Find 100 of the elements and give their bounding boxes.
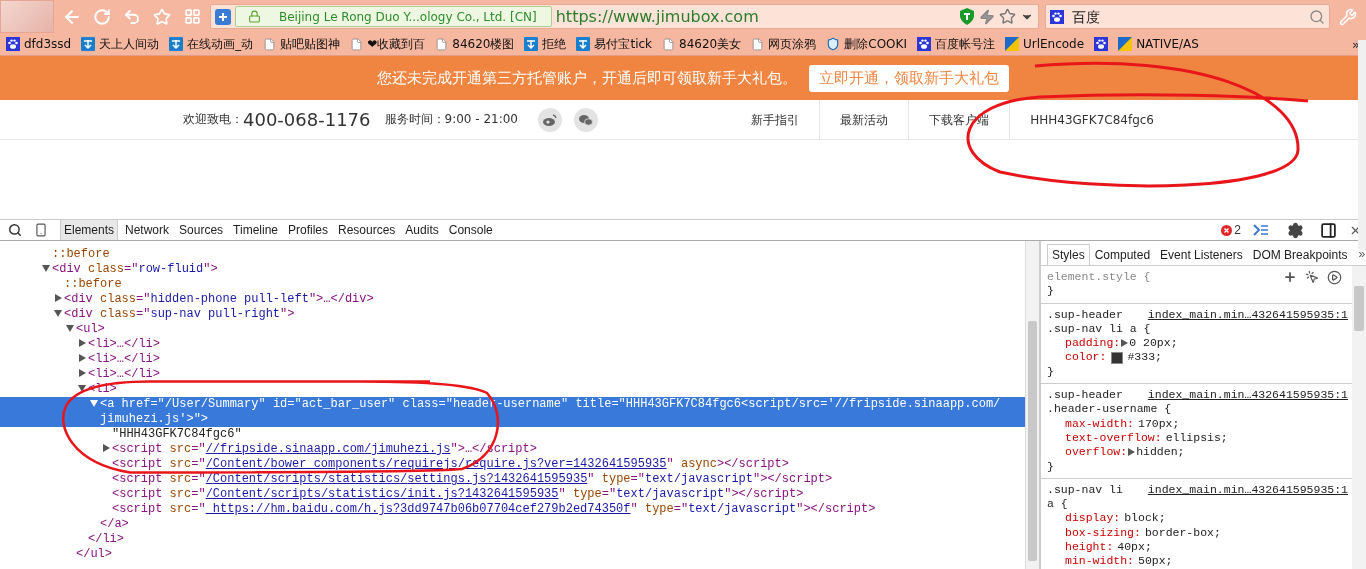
dom-tree-row[interactable]: <script src="/Content/scripts/statistics/init.js?1432641595935" type="text/javascript"></script>: [0, 487, 1025, 502]
expand-triangle-icon[interactable]: [102, 444, 110, 452]
animation-icon[interactable]: [1327, 270, 1342, 285]
dom-node-code[interactable]: <div class="row-fluid">: [52, 262, 218, 277]
bookmark-link[interactable]: 删除COOKI: [826, 35, 907, 53]
devtools-tab[interactable]: Network: [122, 220, 173, 240]
devtools-tab[interactable]: Profiles: [285, 220, 331, 240]
collapse-triangle-icon[interactable]: [90, 399, 98, 407]
bookmark-link[interactable]: 贴吧贴图神: [263, 35, 341, 53]
wechat-icon[interactable]: [574, 107, 598, 132]
more-tabs-button[interactable]: »: [1358, 247, 1366, 261]
dom-tree-row[interactable]: <script src=" https://hm.baidu.com/h.js?3dd9747b06b07704cef279b2ed74350f" type="text/javascript"></script>: [0, 502, 1025, 517]
bookmark-link[interactable]: 84620美女: [662, 35, 742, 53]
dom-node-code[interactable]: ::before: [64, 277, 122, 292]
dom-tree-row[interactable]: <li>…</li>: [0, 337, 1025, 352]
header-nav-link[interactable]: HHH43GFK7C84fgc6: [1009, 99, 1174, 140]
expand-arrow-icon[interactable]: [1121, 339, 1129, 348]
bookmark-link[interactable]: [1094, 37, 1109, 51]
site-identity-badge[interactable]: Beijing Le Rong Duo Y...ology Co., Ltd. [CN]: [235, 6, 552, 27]
weibo-icon[interactable]: [538, 107, 562, 132]
dom-tree-row[interactable]: "HHH43GFK7C84fgc6": [0, 427, 1025, 442]
devtools-tab[interactable]: Console: [445, 220, 496, 240]
expand-arrow-icon[interactable]: [1128, 448, 1136, 457]
scrollbar[interactable]: [1352, 266, 1366, 569]
css-property-name: height:: [1065, 540, 1114, 555]
dom-tree-row[interactable]: <ul>: [0, 322, 1025, 337]
dom-tree-row[interactable]: <div class="row-fluid">: [0, 262, 1025, 277]
header-nav-link[interactable]: 新手指引: [731, 99, 820, 140]
bookmark-link[interactable]: UrlEncode: [1004, 37, 1085, 51]
header-nav-link[interactable]: 最新活动: [819, 99, 909, 140]
settings-icon[interactable]: [1287, 221, 1304, 239]
collapse-triangle-icon[interactable]: [42, 264, 50, 272]
expand-triangle-icon[interactable]: [54, 294, 62, 302]
star-icon[interactable]: [999, 8, 1016, 25]
search-field[interactable]: 百度: [1045, 4, 1330, 29]
collapse-triangle-icon[interactable]: [66, 324, 74, 332]
source-link[interactable]: index_main.min…432641595935:1: [1147, 307, 1348, 322]
dom-node-code[interactable]: <li>…</li>: [88, 337, 160, 352]
dock-icon[interactable]: [1320, 221, 1337, 239]
bookmark-link[interactable]: 天上人间动: [81, 35, 160, 53]
css-property-value: 170px;: [1138, 416, 1180, 431]
bookmark-link[interactable]: 百度帐号注: [916, 35, 995, 53]
devtools-tab[interactable]: Sources: [176, 220, 227, 240]
devtools-tab[interactable]: Audits: [402, 220, 442, 240]
devtools-tab[interactable]: Resources: [335, 220, 399, 240]
search-input[interactable]: 百度: [1070, 7, 1303, 26]
error-count[interactable]: 2: [1234, 223, 1241, 237]
dom-node-code[interactable]: <script src="/Content/scripts/statistics/settings.js?1432641595935" type="text/javascript"></script>: [112, 472, 833, 487]
dom-node-code[interactable]: <div class="hidden-phone pull-left">…</div>: [64, 292, 374, 307]
expand-triangle-icon[interactable]: [78, 369, 86, 377]
dom-tree-row[interactable]: ::before: [0, 277, 1025, 292]
page-scrollbar[interactable]: [1358, 40, 1366, 250]
source-link[interactable]: index_main.min…432641595935:1: [1147, 482, 1348, 498]
sidebar-tab[interactable]: Event Listeners: [1155, 244, 1248, 265]
bookmark-link[interactable]: 84620楼图: [435, 35, 515, 53]
devtools-tab[interactable]: Timeline: [230, 220, 281, 240]
dom-node-code[interactable]: <ul>: [76, 322, 105, 337]
dom-tree-row[interactable]: <div class="hidden-phone pull-left">…</div>: [0, 292, 1025, 307]
bookmark-link[interactable]: dfd3ssd: [6, 37, 72, 51]
sidebar-tab[interactable]: Computed: [1089, 244, 1156, 265]
devtools-tab[interactable]: Elements: [60, 220, 119, 240]
bookmark-link[interactable]: 网页涂鸦: [751, 35, 817, 53]
shield-icon[interactable]: [959, 8, 975, 25]
console-drawer-icon[interactable]: [1253, 224, 1269, 236]
bookmark-link[interactable]: NATIVE/AS: [1118, 37, 1199, 51]
dom-tree-row[interactable]: ::before: [0, 247, 1025, 262]
expand-triangle-icon[interactable]: [78, 354, 86, 362]
bookmark-link[interactable]: 在线动画_动: [169, 35, 254, 53]
collapse-triangle-icon[interactable]: [78, 384, 86, 392]
dom-node-code[interactable]: <li>…</li>: [88, 367, 160, 382]
device-mode-icon[interactable]: [34, 223, 48, 237]
dom-tree-row[interactable]: <li>…</li>: [0, 352, 1025, 367]
error-icon[interactable]: [1221, 224, 1233, 236]
dom-node-code[interactable]: <li>…</li>: [88, 352, 160, 367]
css-property-value: 0 20px;: [1129, 336, 1178, 351]
lightning-icon[interactable]: [979, 8, 995, 25]
dom-tree-row[interactable]: <div class="sup-nav pull-right">: [0, 307, 1025, 322]
dom-node-code[interactable]: "HHH43GFK7C84fgc6": [112, 427, 242, 442]
search-icon[interactable]: [8, 223, 22, 237]
dom-tree-row[interactable]: <li>…</li>: [0, 367, 1025, 382]
css-property-value: 50px;: [1138, 554, 1173, 569]
sidebar-tab[interactable]: DOM Breakpoints: [1247, 244, 1353, 265]
dom-node-code[interactable]: ::before: [52, 247, 110, 262]
color-swatch[interactable]: [1111, 351, 1124, 364]
expand-triangle-icon[interactable]: [78, 339, 86, 347]
collapse-triangle-icon[interactable]: [54, 309, 62, 317]
add-rule-icon[interactable]: [1283, 270, 1297, 284]
bookmark-link[interactable]: 易付宝tick: [576, 35, 653, 53]
dom-node-code[interactable]: <script src=" https://hm.baidu.com/h.js?3dd9747b06b07704cef279b2ed74350f" type="text/javascript"></script>: [112, 502, 876, 517]
dom-tree-row[interactable]: <script src="/Content/scripts/statistics/settings.js?1432641595935" type="text/javascript"></script>: [0, 472, 1025, 487]
scrollbar[interactable]: [1025, 241, 1039, 569]
dom-node-code[interactable]: <script src="/Content/scripts/statistics/init.js?1432641595935" type="text/javascript"></script>: [112, 487, 804, 502]
address-bar[interactable]: Beijing Le Rong Duo Y...ology Co., Ltd. [CN] https://www.jimubox.com: [210, 4, 1039, 29]
dom-node-code[interactable]: <div class="sup-nav pull-right">: [64, 307, 295, 322]
bookmark-link[interactable]: ❤收藏到百: [350, 35, 426, 53]
source-link[interactable]: index_main.min…432641595935:1: [1147, 388, 1348, 403]
sidebar-tab[interactable]: Styles: [1047, 244, 1090, 265]
bookmark-link[interactable]: 拒绝: [524, 35, 567, 53]
element-state-icon[interactable]: [1305, 270, 1319, 284]
css-selector: .sup-header: [1047, 307, 1123, 322]
